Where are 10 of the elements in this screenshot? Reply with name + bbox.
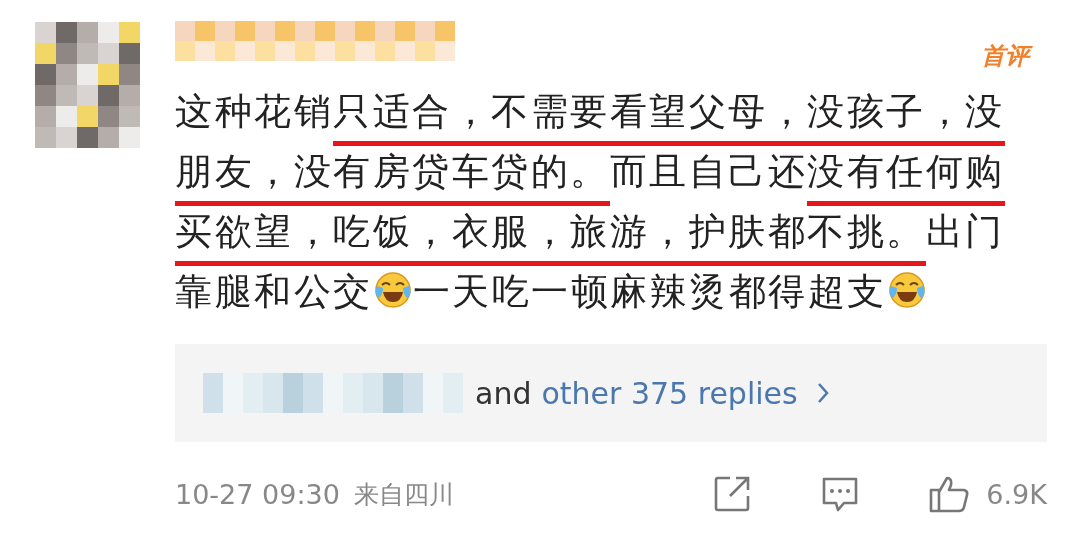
- replies-link[interactable]: other 375 replies: [541, 375, 798, 411]
- like-count: 6.9K: [986, 478, 1047, 510]
- timestamp: 10-27 09:30: [175, 478, 340, 510]
- comment-text: 这种花销只适合，不需要看望父母，没孩子，没朋友，没有房贷车贷的。而且自己还没有任何购买欲望，吃饭，衣服，旅游，护肤都不挑。出门靠腿和公交 一天吃一顿麻辣烫都得超支: [175, 89, 1006, 315]
- laughing-crying-emoji-icon: [372, 270, 413, 310]
- replies-text: and: [475, 375, 532, 411]
- replies-panel[interactable]: and other 375 replies: [175, 344, 1047, 442]
- chevron-right-icon: [815, 381, 830, 405]
- laughing-crying-emoji-icon: [886, 270, 927, 310]
- location-text: 来自四川: [353, 478, 454, 511]
